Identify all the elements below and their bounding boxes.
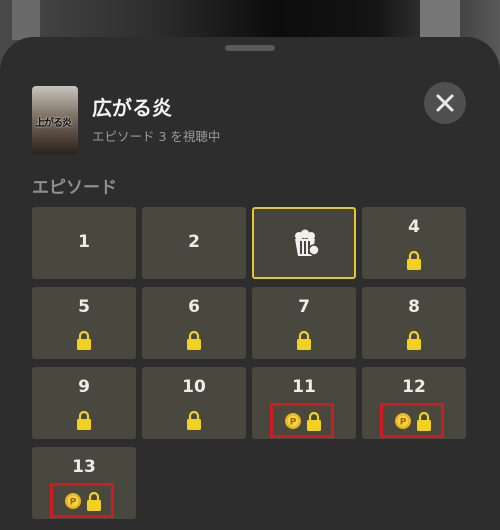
episode-tile-12[interactable]: 12 P — [362, 367, 466, 439]
episode-number: 6 — [188, 297, 200, 317]
lock-icon — [77, 330, 91, 350]
lock-icon — [407, 330, 421, 350]
drama-title: 広がる炎 — [92, 96, 172, 120]
episode-tile-8[interactable]: 8 — [362, 287, 466, 359]
highlight-box: P — [380, 403, 444, 438]
episode-number: 8 — [408, 297, 420, 317]
now-watching-subtitle: エピソード 3 を視聴中 — [92, 129, 221, 144]
popcorn-icon — [295, 229, 320, 256]
episode-sheet: 上がる炎 広がる炎 エピソード 3 を視聴中 エピソード 1 2 4 5 6 7… — [0, 37, 500, 530]
episode-number: 7 — [298, 297, 310, 317]
svg-text:P: P — [290, 418, 297, 428]
episode-number: 4 — [408, 217, 420, 237]
highlight-box: P — [270, 403, 334, 438]
lock-icon — [87, 491, 101, 511]
lock-icon — [187, 410, 201, 430]
episode-number: 11 — [292, 377, 316, 397]
episode-tile-2[interactable]: 2 — [142, 207, 246, 279]
lock-icon — [307, 411, 321, 431]
sheet-drag-handle[interactable] — [225, 45, 275, 51]
poster-text: 上がる炎 — [35, 118, 72, 129]
episode-tile-5[interactable]: 5 — [32, 287, 136, 359]
svg-text:P: P — [400, 418, 407, 428]
lock-icon — [297, 330, 311, 350]
episode-number: 5 — [78, 297, 90, 317]
episode-tile-1[interactable]: 1 — [32, 207, 136, 279]
episode-tile-10[interactable]: 10 — [142, 367, 246, 439]
close-button[interactable] — [424, 82, 466, 124]
coin-icon: P — [395, 413, 411, 429]
episode-grid: 1 2 4 5 6 7 8 9 10 11 P 12 P 13 P — [32, 207, 468, 530]
close-icon — [436, 94, 454, 112]
episode-tile-3-playing[interactable] — [252, 207, 356, 279]
svg-text:P: P — [70, 498, 77, 508]
background-frame — [12, 0, 40, 40]
background-frame — [420, 0, 460, 40]
episodes-section-label: エピソード — [32, 178, 117, 198]
episode-tile-11[interactable]: 11 P — [252, 367, 356, 439]
episode-number: 1 — [78, 232, 90, 252]
episode-tile-7[interactable]: 7 — [252, 287, 356, 359]
episode-number: 10 — [182, 377, 206, 397]
coin-icon: P — [285, 413, 301, 429]
highlight-box: P — [50, 483, 114, 518]
episode-number: 12 — [402, 377, 426, 397]
episode-tile-13[interactable]: 13 P — [32, 447, 136, 519]
episode-tile-6[interactable]: 6 — [142, 287, 246, 359]
episode-number: 2 — [188, 232, 200, 252]
coin-icon: P — [65, 493, 81, 509]
lock-icon — [77, 410, 91, 430]
lock-icon — [417, 411, 431, 431]
episode-tile-4[interactable]: 4 — [362, 207, 466, 279]
episode-number: 13 — [72, 457, 96, 477]
episode-tile-9[interactable]: 9 — [32, 367, 136, 439]
lock-icon — [407, 250, 421, 270]
drama-poster: 上がる炎 — [32, 86, 78, 154]
episode-number: 9 — [78, 377, 90, 397]
lock-icon — [187, 330, 201, 350]
